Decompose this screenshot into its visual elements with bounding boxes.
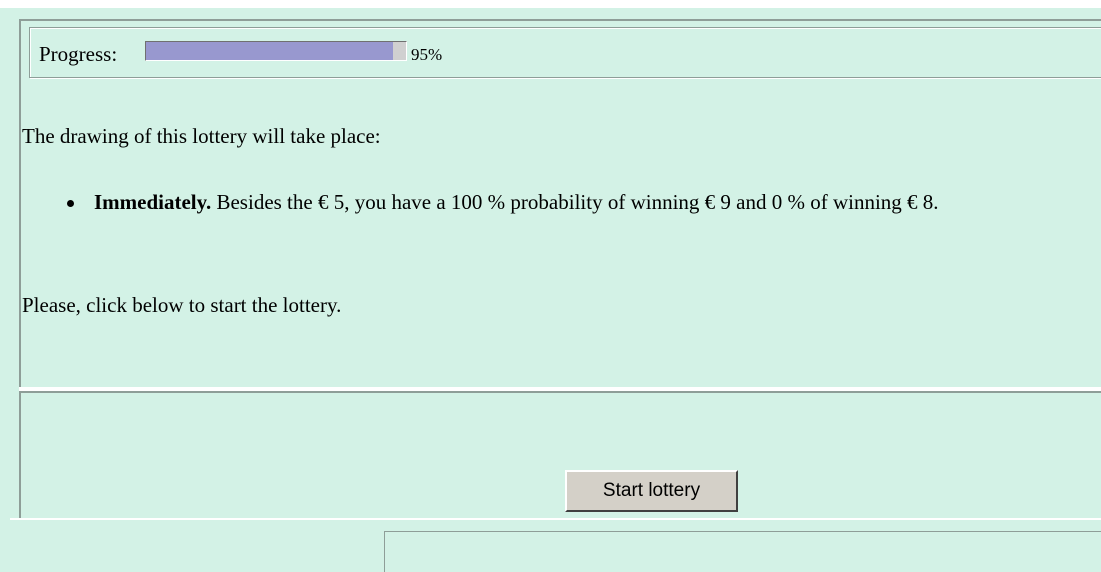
instruction-text: Please, click below to start the lottery… (22, 293, 342, 317)
option-title: Immediately. (94, 190, 212, 214)
top-border (0, 0, 1101, 8)
start-lottery-button[interactable]: Start lottery (565, 470, 738, 512)
bottom-border (10, 518, 1101, 520)
option-text: Besides the € 5, you have a 100 % probab… (211, 190, 939, 214)
bullet-icon (67, 200, 74, 207)
progress-percent: 95% (411, 45, 443, 64)
list-item: Immediately. Besides the € 5, you have a… (60, 186, 1060, 218)
lottery-options: Immediately. Besides the € 5, you have a… (60, 186, 1060, 218)
progress-bar (145, 41, 407, 61)
footer-frame (384, 531, 1101, 572)
progress-bar-fill (146, 42, 393, 60)
section-divider (19, 387, 1101, 393)
intro-text: The drawing of this lottery will take pl… (22, 124, 381, 148)
progress-panel: Progress: 95% (29, 27, 1101, 78)
button-frame-border (19, 392, 21, 518)
progress-label: Progress: (39, 42, 118, 66)
